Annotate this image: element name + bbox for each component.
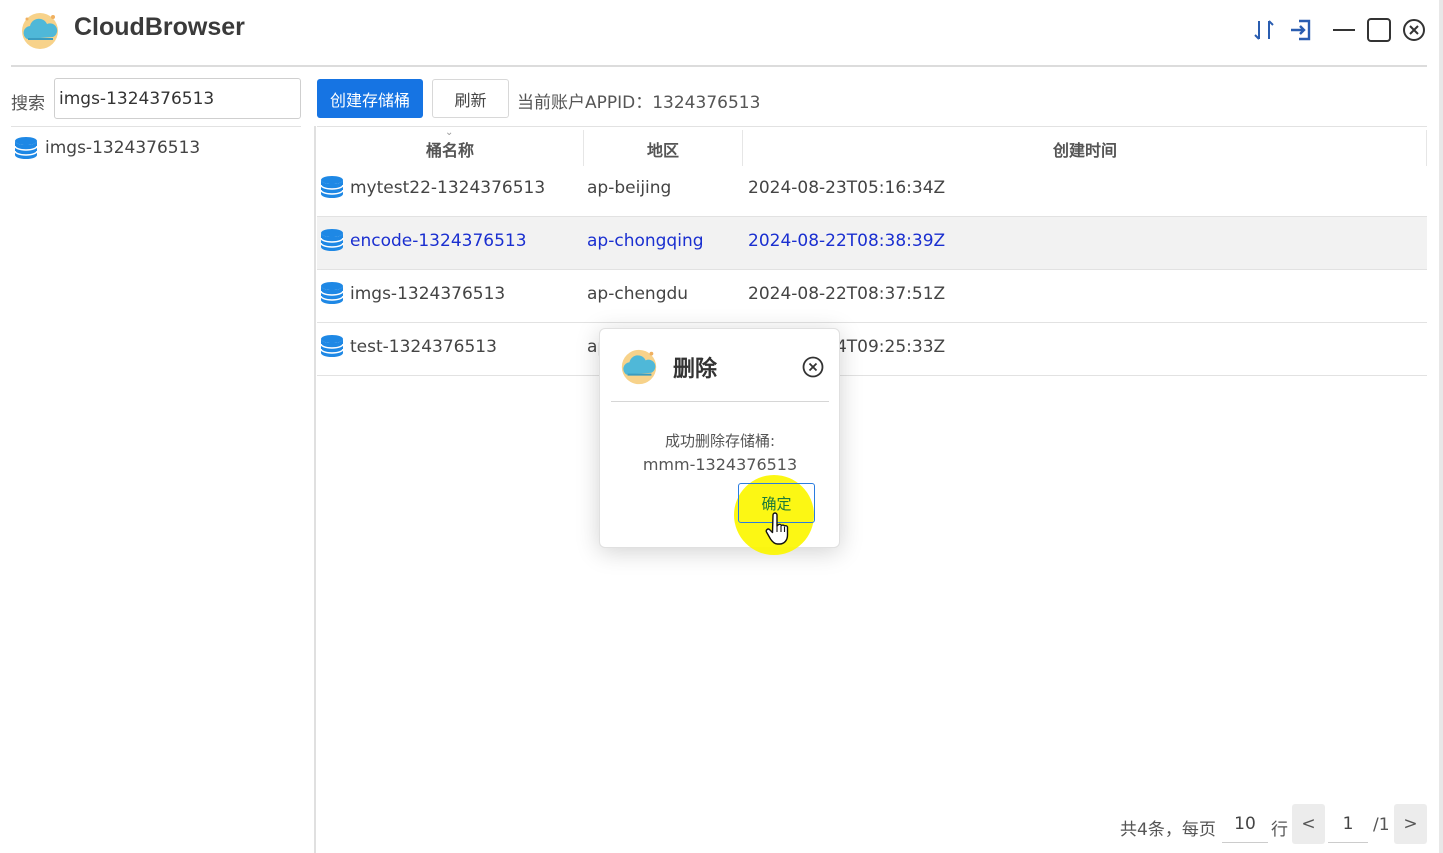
bucket-created: 2024-08-22T08:37:51Z <box>748 284 946 304</box>
prev-page-button[interactable]: < <box>1292 804 1325 844</box>
cloud-logo-icon <box>621 349 657 385</box>
dialog-divider <box>611 401 829 402</box>
bucket-icon <box>320 176 344 198</box>
column-header-region[interactable]: 地区 <box>584 137 742 161</box>
bucket-icon <box>320 282 344 304</box>
table-row[interactable]: test-1324376513 ap- 2024-08-14T09:25:33Z <box>317 323 1427 376</box>
bucket-name: encode-1324376513 <box>350 231 527 251</box>
bucket-created: 2024-08-22T08:38:39Z <box>748 231 946 251</box>
maximize-icon[interactable] <box>1365 16 1393 44</box>
close-circle-icon[interactable] <box>801 355 825 379</box>
column-header-created[interactable]: 创建时间 <box>743 137 1427 161</box>
title-divider <box>11 65 1427 67</box>
pagination-total-pages: /1 <box>1373 815 1390 835</box>
page-size-input[interactable] <box>1222 805 1268 843</box>
bucket-name: imgs-1324376513 <box>350 284 506 304</box>
bucket-icon <box>320 229 344 251</box>
sidebar-item-label: imgs-1324376513 <box>45 138 201 158</box>
bucket-icon <box>320 335 344 357</box>
sign-out-icon[interactable] <box>1287 16 1315 44</box>
hand-cursor-icon <box>765 512 789 545</box>
cloud-logo-icon <box>22 13 58 49</box>
table-top-border <box>317 126 1427 127</box>
next-page-button[interactable]: > <box>1394 804 1427 844</box>
close-circle-icon[interactable] <box>1400 16 1428 44</box>
column-separator <box>1426 130 1427 166</box>
app-title: CloudBrowser <box>74 13 245 41</box>
dialog-bucket-name: mmm-1324376513 <box>642 455 798 474</box>
pagination-summary: 共4条，每页 <box>1120 820 1216 840</box>
dialog-title: 删除 <box>673 357 718 382</box>
minimize-icon[interactable] <box>1330 16 1358 44</box>
bucket-name: test-1324376513 <box>350 337 497 357</box>
panel-splitter[interactable] <box>314 126 316 853</box>
bucket-created: 2024-08-23T05:16:34Z <box>748 178 946 198</box>
bucket-icon <box>14 137 38 159</box>
search-input[interactable] <box>54 78 301 119</box>
window-edge <box>1439 0 1443 853</box>
pagination-rows-suffix: 行 <box>1271 820 1288 840</box>
sidebar-divider <box>11 126 301 127</box>
table-row-selected[interactable]: encode-1324376513 ap-chongqing 2024-08-2… <box>317 217 1427 270</box>
create-bucket-button[interactable]: 创建存储桶 <box>317 79 423 118</box>
bucket-region: ap-chengdu <box>587 284 689 304</box>
column-header-name[interactable]: 桶名称 <box>317 137 583 161</box>
table-row[interactable]: mytest22-1324376513 ap-beijing 2024-08-2… <box>317 164 1427 217</box>
search-label: 搜索 <box>11 94 45 113</box>
table-row[interactable]: imgs-1324376513 ap-chengdu 2024-08-22T08… <box>317 270 1427 323</box>
sidebar-item-bucket[interactable]: imgs-1324376513 <box>14 136 304 162</box>
account-appid: 当前账户APPID：1324376513 <box>517 93 761 113</box>
current-page-input[interactable] <box>1328 805 1368 843</box>
title-bar: CloudBrowser <box>0 0 1443 64</box>
sort-arrows-icon[interactable] <box>1250 16 1278 44</box>
refresh-button[interactable]: 刷新 <box>432 79 509 118</box>
bucket-region: ap-chongqing <box>587 231 704 251</box>
bucket-name: mytest22-1324376513 <box>350 178 546 198</box>
dialog-message: 成功删除存储桶: <box>664 432 776 450</box>
bucket-region: ap-beijing <box>587 178 672 198</box>
